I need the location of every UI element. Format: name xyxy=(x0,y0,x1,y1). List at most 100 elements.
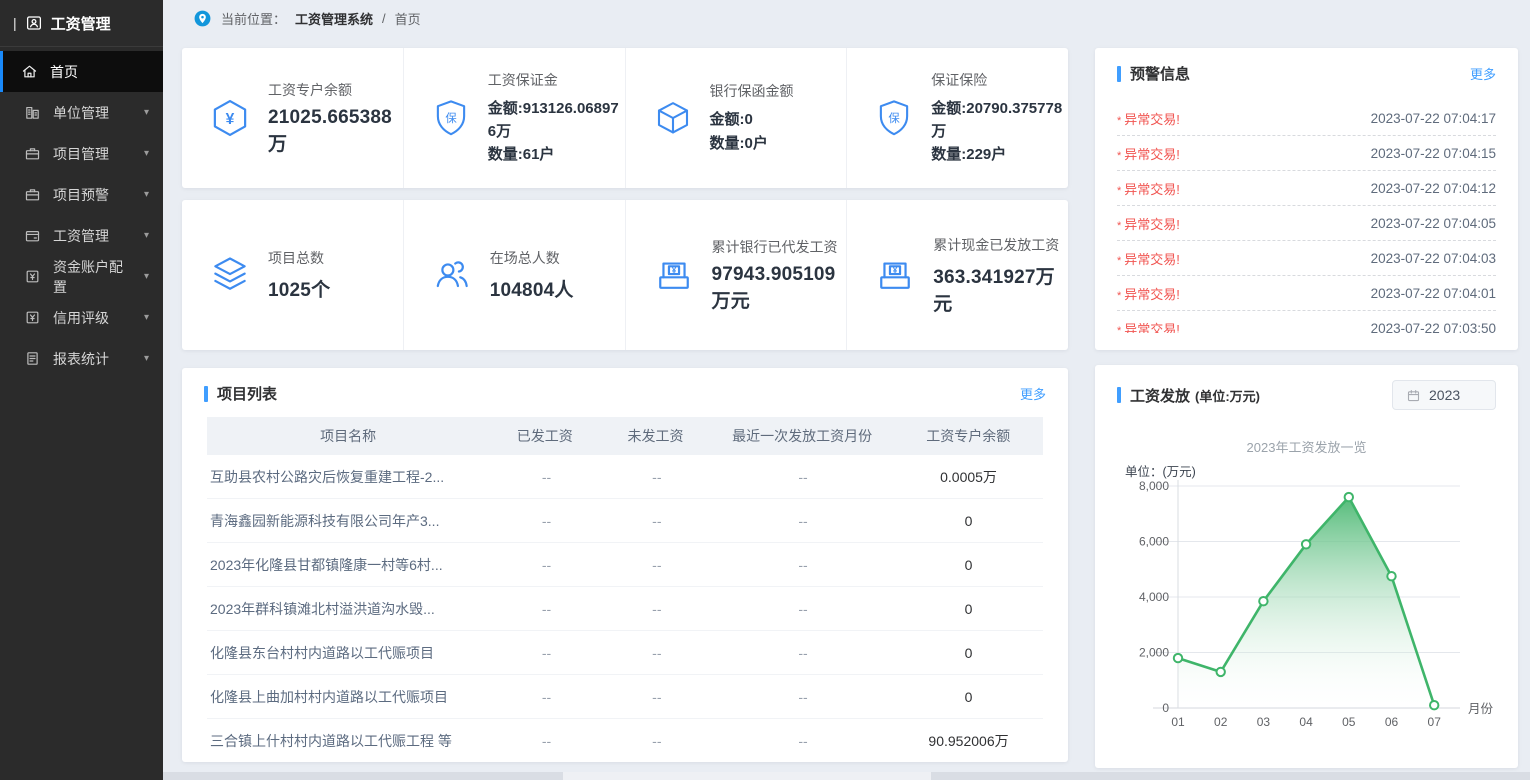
stat-label: 项目总数 xyxy=(268,248,330,268)
warning-item[interactable]: *异常交易!2023-07-22 07:04:03 xyxy=(1117,241,1496,276)
warning-text: *异常交易! xyxy=(1117,284,1180,303)
breadcrumb-current: 首页 xyxy=(395,9,421,28)
chevron-down-icon: ▾ xyxy=(144,312,149,323)
asterisk-icon: * xyxy=(1117,115,1121,127)
warning-item[interactable]: *异常交易!2023-07-22 07:04:15 xyxy=(1117,136,1496,171)
project-table: 项目名称已发工资未发工资最近一次发放工资月份工资专户余额 互助县农村公路灾后恢复… xyxy=(207,417,1043,762)
table-cell: -- xyxy=(491,689,601,705)
sidebar-item-salary-management[interactable]: 工资管理▾ xyxy=(0,215,163,256)
sidebar: | 工资管理 首页单位管理▾项目管理▾项目预警▾工资管理▾资金账户配置▾信用评级… xyxy=(0,0,163,780)
svg-text:02: 02 xyxy=(1214,715,1228,729)
chevron-down-icon: ▾ xyxy=(144,148,149,159)
stat-card-bank-guarantee: 银行保函金额金额:0数量:0户 xyxy=(626,48,848,188)
stat-line: 金额:913126.068976万 xyxy=(488,97,625,144)
sidebar-item-label: 工资管理 xyxy=(53,226,132,246)
project-table-header: 项目名称已发工资未发工资最近一次发放工资月份工资专户余额 xyxy=(207,417,1043,455)
location-pin-icon xyxy=(193,9,212,28)
project-name-cell: 青海鑫园新能源科技有限公司年产3... xyxy=(207,511,491,531)
warning-item[interactable]: *异常交易!2023-07-22 07:04:12 xyxy=(1117,171,1496,206)
warning-item[interactable]: *异常交易!2023-07-22 07:04:01 xyxy=(1117,276,1496,311)
table-row: 化隆县东台村村内道路以工代赈项目------0 xyxy=(207,631,1043,675)
table-cell: -- xyxy=(602,601,712,617)
sidebar-item-project-management[interactable]: 项目管理▾ xyxy=(0,133,163,174)
column-header: 已发工资 xyxy=(489,426,600,446)
project-list-more-link[interactable]: 更多 xyxy=(1020,384,1046,403)
table-cell: 0 xyxy=(894,513,1043,529)
table-cell: -- xyxy=(602,733,712,749)
svg-text:4,000: 4,000 xyxy=(1139,590,1169,604)
warning-item[interactable]: *异常交易!2023-07-22 07:04:05 xyxy=(1117,206,1496,241)
column-header: 项目名称 xyxy=(207,426,489,446)
stat-label: 工资保证金 xyxy=(488,70,625,90)
warning-item[interactable]: *异常交易! 2023-07-22 07:03:50 xyxy=(1117,311,1496,333)
people-group-icon xyxy=(430,253,474,297)
sidebar-item-fund-account-config[interactable]: 资金账户配置 ▾ xyxy=(0,256,163,297)
asterisk-icon: * xyxy=(1117,150,1121,162)
stat-card-cash-paid-salary: ¥累计现金已发放工资363.341927万元 xyxy=(847,200,1068,350)
asterisk-icon: * xyxy=(1117,255,1121,267)
year-value: 2023 xyxy=(1429,387,1460,403)
warning-timestamp: 2023-07-22 07:03:50 xyxy=(1371,321,1496,334)
warnings-more-link[interactable]: 更多 xyxy=(1470,64,1496,83)
chevron-down-icon: ▾ xyxy=(144,271,149,282)
left-column: ¥ 工资专户余额 21025.665388万 保 工资保证金金额:913126.0689… xyxy=(182,48,1068,768)
warning-item[interactable]: *异常交易!2023-07-22 07:04:17 xyxy=(1117,101,1496,136)
table-cell: -- xyxy=(491,469,601,485)
table-cell: -- xyxy=(491,733,601,749)
stats-row-2: 项目总数1025个在场总人数104804人¥累计银行已代发工资97943.905… xyxy=(182,200,1068,350)
chevron-down-icon: ▾ xyxy=(144,353,149,364)
warnings-header: 预警信息 更多 xyxy=(1095,48,1518,95)
stat-value: 97943.905109万元 xyxy=(712,264,847,313)
table-row: 2023年化隆县甘都镇隆康一村等6村...------0 xyxy=(207,543,1043,587)
stat-card-guarantee-insurance: 保保证保险金额:20790.375778万数量:229户 xyxy=(847,48,1068,188)
briefcase-icon xyxy=(24,186,41,203)
sidebar-item-project-warning[interactable]: 项目预警▾ xyxy=(0,174,163,215)
sidebar-item-unit-management[interactable]: 单位管理▾ xyxy=(0,92,163,133)
table-cell: -- xyxy=(602,513,712,529)
table-cell: -- xyxy=(602,645,712,661)
project-list-title: 项目列表 xyxy=(204,383,277,404)
stat-line: 金额:20790.375778万 xyxy=(931,97,1068,144)
stat-line: 数量:229户 xyxy=(931,143,1068,166)
table-cell: 0 xyxy=(894,689,1043,705)
chart-title: 2023年工资发放一览 xyxy=(1095,437,1518,456)
stat-label: 累计现金已发放工资 xyxy=(933,235,1068,255)
svg-text:保: 保 xyxy=(445,111,457,125)
svg-text:07: 07 xyxy=(1428,715,1442,729)
content: ¥ 工资专户余额 21025.665388万 保 工资保证金金额:913126.0689… xyxy=(163,36,1530,768)
project-name-cell: 2023年群科镇滩北村溢洪道沟水毁... xyxy=(207,599,491,619)
warning-text: *异常交易! xyxy=(1117,319,1180,334)
stat-label: 工资专户余额 xyxy=(268,80,403,100)
sidebar-item-home[interactable]: 首页 xyxy=(0,51,163,92)
table-cell: -- xyxy=(602,557,712,573)
salary-chart-title: 工资发放 (单位:万元) xyxy=(1117,385,1260,406)
sidebar-item-label: 资金账户配置 xyxy=(53,257,132,297)
column-header: 未发工资 xyxy=(600,426,711,446)
svg-text:¥: ¥ xyxy=(893,266,898,275)
table-cell: -- xyxy=(712,513,894,529)
svg-text:8,000: 8,000 xyxy=(1139,479,1169,493)
svg-text:¥: ¥ xyxy=(671,266,676,275)
project-list-panel: 项目列表 更多 项目名称已发工资未发工资最近一次发放工资月份工资专户余额 互助县… xyxy=(182,368,1068,762)
project-table-body: 互助县农村公路灾后恢复重建工程-2...------0.0005万青海鑫园新能源… xyxy=(207,455,1043,762)
stat-label: 在场总人数 xyxy=(490,248,574,268)
breadcrumb-root[interactable]: 工资管理系统 xyxy=(295,9,373,28)
breadcrumb-separator: / xyxy=(382,11,386,26)
warning-text: *异常交易! xyxy=(1117,179,1180,198)
stat-line: 数量:61户 xyxy=(488,143,625,166)
year-picker[interactable]: 2023 xyxy=(1392,380,1496,410)
salary-chart-panel: 工资发放 (单位:万元) 2023 2023年工资发放一览 0 xyxy=(1095,365,1518,768)
warning-timestamp: 2023-07-22 07:04:17 xyxy=(1371,111,1496,126)
table-cell: 0.0005万 xyxy=(894,467,1043,487)
svg-text:03: 03 xyxy=(1257,715,1271,729)
sidebar-item-credit-rating[interactable]: 信用评级▾ xyxy=(0,297,163,338)
stat-value: 104804人 xyxy=(490,275,574,302)
stat-value: 21025.665388万 xyxy=(268,107,403,156)
salary-chart-header: 工资发放 (单位:万元) 2023 xyxy=(1095,365,1518,421)
shield-bao-icon: 保 xyxy=(873,97,915,139)
title-accent-bar xyxy=(1117,387,1121,403)
sidebar-item-report-statistics[interactable]: 报表统计▾ xyxy=(0,338,163,379)
main-area: 当前位置： 工资管理系统 / 首页 ¥工资专户余额21025.665388万保工… xyxy=(163,0,1530,780)
stat-card-salary-account-balance: ¥工资专户余额21025.665388万 xyxy=(182,48,404,188)
badge-id-icon xyxy=(25,14,43,32)
